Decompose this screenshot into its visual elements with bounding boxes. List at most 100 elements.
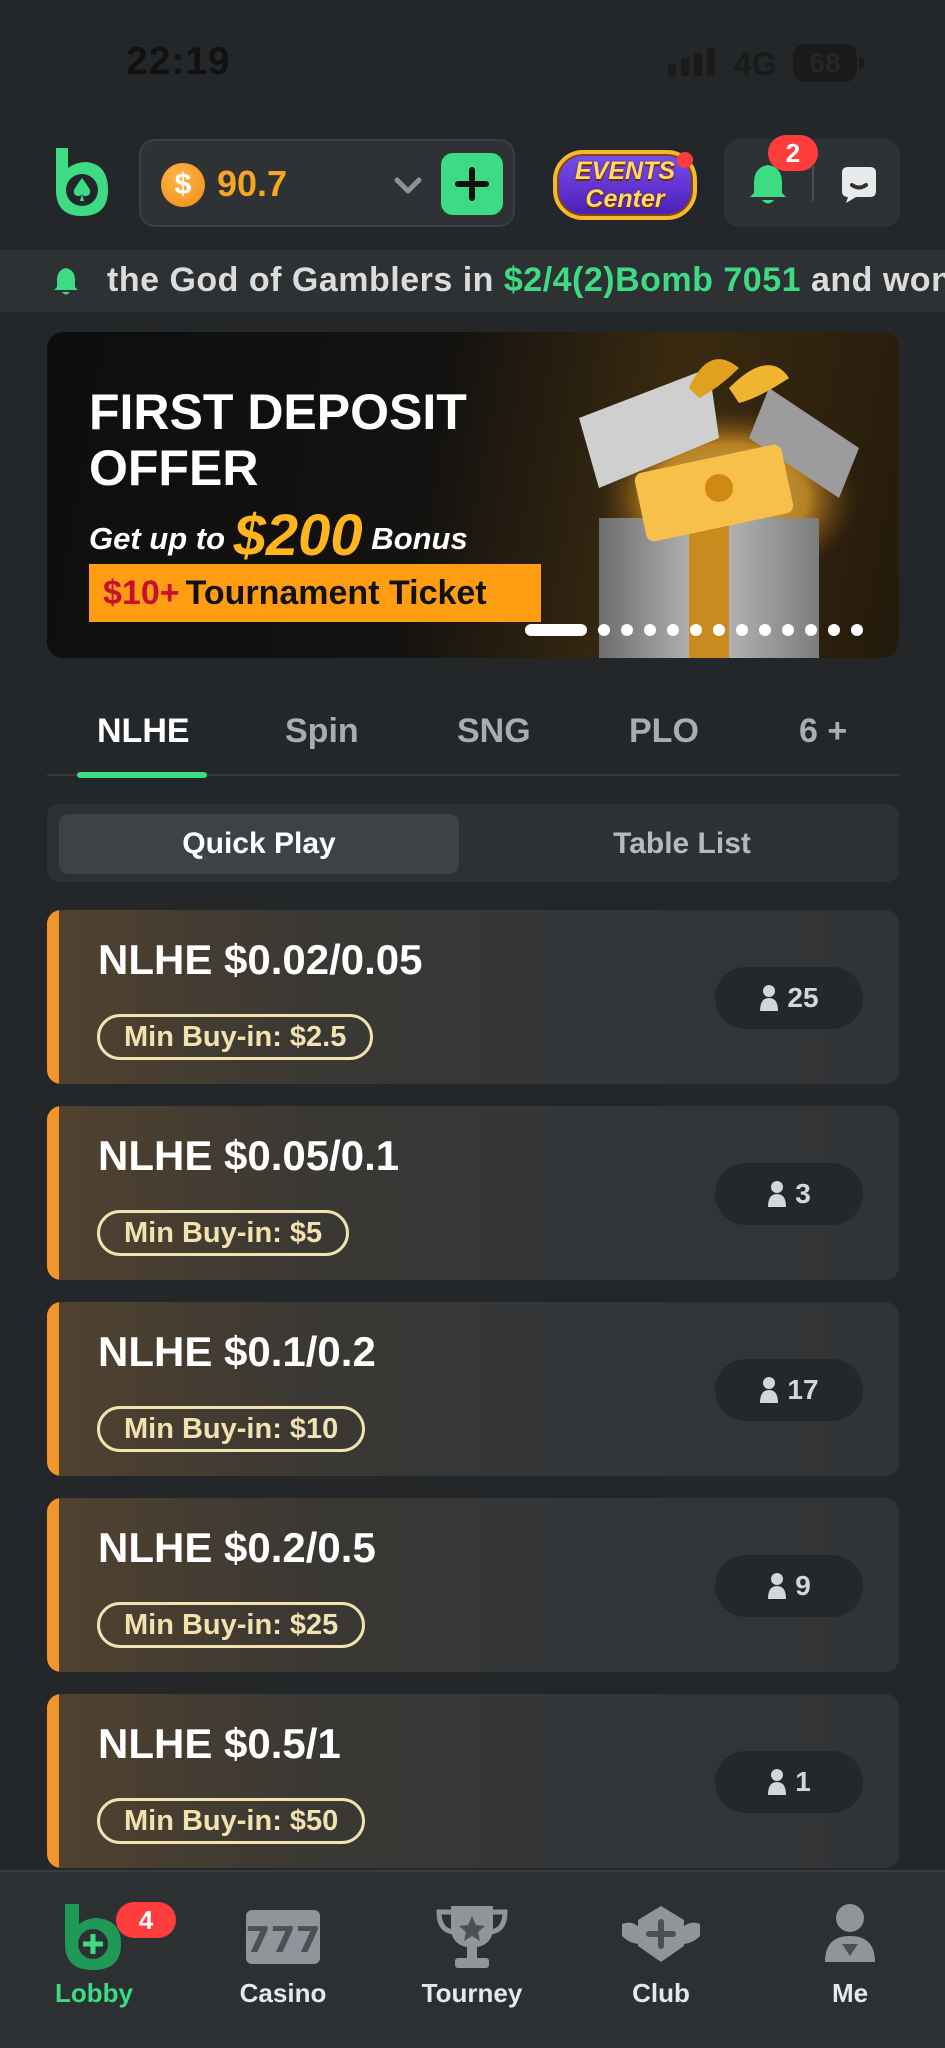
quick-play-button[interactable]: Quick Play [59, 814, 459, 874]
events-label-1: EVENTS [574, 157, 676, 185]
tab-spin[interactable]: Spin [285, 712, 359, 751]
wallet-balance[interactable]: $ 90.7 [139, 139, 515, 227]
pagination-dot[interactable] [621, 624, 633, 636]
header-actions: 2 [724, 135, 900, 227]
status-bar: 22:19 4G 68 [0, 0, 945, 125]
ticker-text-after: and won [801, 261, 945, 299]
banner-ticket: $10+ Tournament Ticket [89, 564, 541, 622]
notification-badge: 2 [768, 135, 818, 171]
player-count: 17 [715, 1359, 863, 1421]
pagination-dot[interactable] [805, 624, 817, 636]
nav-label: Casino [239, 1978, 327, 2008]
player-icon [768, 1181, 787, 1207]
nav-label: Me [831, 1978, 869, 2008]
gift-box-image [579, 359, 859, 658]
winner-ticker: the God of Gamblers in $2/4(2)Bomb 7051 … [0, 250, 945, 312]
banner-ticket-highlight: $10+ [103, 573, 180, 612]
pagination-dot[interactable] [782, 624, 794, 636]
pagination-dot-active[interactable] [525, 624, 587, 636]
nav-casino[interactable]: 777 Casino [213, 1900, 353, 2009]
table-title: NLHE $0.05/0.1 [98, 1132, 400, 1179]
network-label: 4G [734, 46, 777, 82]
table-row[interactable]: NLHE $0.1/0.2 Min Buy-in: $10 17 [47, 1302, 899, 1476]
pagination-dot[interactable] [759, 624, 771, 636]
pagination-dot[interactable] [690, 624, 702, 636]
player-icon [768, 1573, 787, 1599]
player-icon [760, 985, 779, 1011]
table-row[interactable]: NLHE $0.5/1 Min Buy-in: $50 1 [47, 1694, 899, 1868]
signal-icon [668, 48, 715, 76]
active-tab-indicator [77, 772, 207, 778]
banner-title: FIRST DEPOSIT OFFER [89, 384, 467, 496]
chevron-down-icon[interactable] [389, 167, 427, 205]
bottom-nav: Lobby 4 777 Casino Tourney Club Me [0, 1870, 945, 2048]
pagination-dot[interactable] [598, 624, 610, 636]
lobby-badge: 4 [116, 1902, 176, 1938]
player-count: 9 [715, 1555, 863, 1617]
banner-amount: $200 [233, 503, 363, 568]
table-title: NLHE $0.1/0.2 [98, 1328, 376, 1375]
player-count-value: 1 [795, 1766, 811, 1797]
game-type-tabs: NLHE Spin SNG PLO 6 + [47, 692, 899, 778]
ticker-text: the God of Gamblers in $2/4(2)Bomb 7051 … [107, 261, 945, 300]
casino-icon: 777 [245, 1910, 321, 1964]
banner-pagination [525, 624, 863, 636]
pagination-dot[interactable] [828, 624, 840, 636]
play-mode-toggle: Quick Play Table List [47, 804, 899, 882]
nav-label: Lobby [55, 1978, 133, 2008]
chat-icon[interactable] [838, 163, 880, 205]
pagination-dot[interactable] [667, 624, 679, 636]
banner-subtitle: Get up to $200 Bonus [89, 502, 468, 569]
tab-sng[interactable]: SNG [457, 712, 531, 751]
nav-tourney[interactable]: Tourney [402, 1900, 542, 2009]
min-buyin-badge: Min Buy-in: $5 [97, 1210, 350, 1256]
svg-text:777: 777 [245, 1920, 320, 1961]
table-row[interactable]: NLHE $0.2/0.5 Min Buy-in: $25 9 [47, 1498, 899, 1672]
table-title: NLHE $0.02/0.05 [98, 936, 423, 983]
player-icon [760, 1377, 779, 1403]
profile-icon [825, 1904, 875, 1962]
table-row[interactable]: NLHE $0.05/0.1 Min Buy-in: $5 3 [47, 1106, 899, 1280]
nav-label: Club [632, 1978, 690, 2008]
min-buyin-badge: Min Buy-in: $50 [97, 1798, 366, 1844]
battery-level: 68 [809, 47, 841, 78]
min-buyin-badge: Min Buy-in: $2.5 [97, 1014, 374, 1060]
deposit-button[interactable] [441, 153, 503, 215]
pagination-dot[interactable] [736, 624, 748, 636]
card-accent-bar [47, 910, 59, 1084]
player-count: 3 [715, 1163, 863, 1225]
events-dot-indicator [677, 152, 693, 168]
nav-me[interactable]: Me [780, 1900, 920, 2009]
pagination-dot[interactable] [851, 624, 863, 636]
card-accent-bar [47, 1694, 59, 1868]
table-row[interactable]: NLHE $0.02/0.05 Min Buy-in: $2.5 25 [47, 910, 899, 1084]
player-count-value: 25 [787, 982, 819, 1013]
pagination-dot[interactable] [713, 624, 725, 636]
tab-6plus[interactable]: 6 + [799, 712, 847, 751]
events-center-button[interactable]: EVENTS Center [553, 150, 697, 220]
balance-amount: 90.7 [217, 163, 288, 204]
app-logo [50, 146, 112, 218]
tab-plo[interactable]: PLO [629, 712, 699, 751]
player-count-value: 9 [795, 1570, 811, 1601]
events-label-2: Center [585, 185, 665, 213]
plus-icon [455, 167, 489, 201]
nav-club[interactable]: Club [591, 1900, 731, 2009]
pagination-dot[interactable] [644, 624, 656, 636]
banner-bonus: Bonus [362, 521, 468, 556]
min-buyin-badge: Min Buy-in: $25 [97, 1602, 366, 1648]
ticker-highlight: $2/4(2)Bomb 7051 [503, 261, 802, 299]
player-count: 25 [715, 967, 863, 1029]
tab-nlhe[interactable]: NLHE [97, 712, 190, 751]
banner-ticket-text: Tournament Ticket [185, 573, 487, 612]
club-icon [622, 1906, 700, 1962]
player-icon [768, 1769, 787, 1795]
promo-banner[interactable]: FIRST DEPOSIT OFFER Get up to $200 Bonus… [47, 332, 899, 658]
card-accent-bar [47, 1302, 59, 1476]
min-buyin-badge: Min Buy-in: $10 [97, 1406, 366, 1452]
table-title: NLHE $0.5/1 [98, 1720, 341, 1767]
table-list-button[interactable]: Table List [477, 814, 887, 874]
coin-icon: $ [161, 163, 205, 207]
banner-get-up-to: Get up to [89, 521, 234, 556]
banner-title-line2: OFFER [89, 440, 259, 496]
